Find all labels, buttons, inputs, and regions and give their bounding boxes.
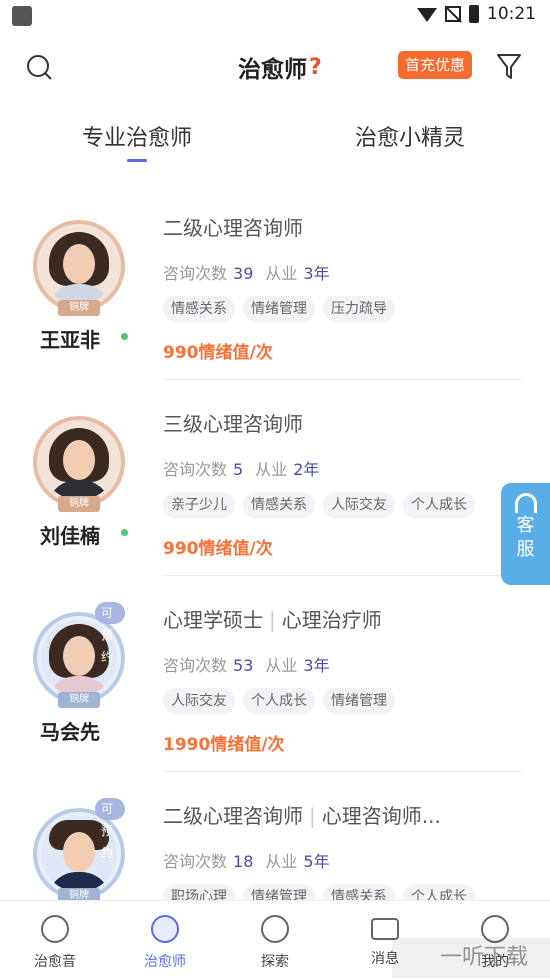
watermark: 一听下载 (392, 938, 550, 978)
divider (163, 379, 523, 380)
help-icon[interactable]: ? (309, 55, 322, 80)
counselor-card[interactable]: 铜牌 可预约 马会先 心理学硕士 | 心理治疗师 咨询次数 53 从业 3年 人际交友 个… (0, 588, 550, 784)
session-price: 990情绪值/次 (163, 539, 273, 559)
online-indicator (121, 529, 128, 536)
available-badge: 可预约 (95, 798, 125, 860)
counselor-title: 二级心理咨询师 (163, 216, 303, 240)
avatar: 铜牌 (33, 416, 125, 512)
online-indicator (121, 333, 128, 340)
counselor-name: 王亚非 (40, 328, 100, 352)
counselor-icon (151, 915, 179, 943)
specialty-tag: 人际交友 (323, 492, 395, 518)
avatar: 铜牌 可预约 (33, 798, 125, 904)
specialty-tag: 人际交友 (163, 688, 235, 714)
tab-healing-sprites[interactable]: 治愈小精灵 (355, 120, 465, 152)
search-icon[interactable] (24, 52, 54, 82)
counselor-title: 二级心理咨询师 | 心理咨询师... (163, 804, 441, 828)
nav-healing-sounds[interactable]: 治愈音 (15, 915, 95, 971)
tier-badge: 铜牌 (58, 692, 100, 708)
nav-counselors[interactable]: 治愈师 (125, 915, 205, 971)
status-bar: 10:21 (0, 0, 550, 32)
headset-icon (514, 493, 537, 513)
notification-icon (12, 6, 32, 26)
tier-badge: 铜牌 (58, 496, 100, 512)
counselor-card[interactable]: 铜牌 刘佳楠 三级心理咨询师 咨询次数 5 从业 2年 亲子少儿 情感关系 人际交友 … (0, 392, 550, 588)
app-header: 治愈师 ? 首充优惠 (0, 40, 550, 92)
counselor-title: 心理学硕士 | 心理治疗师 (163, 608, 382, 632)
compass-icon (261, 915, 289, 943)
counselor-stats: 咨询次数 18 从业 5年 (163, 852, 330, 871)
tier-badge: 铜牌 (58, 300, 100, 316)
status-time: 10:21 (487, 4, 536, 24)
music-disc-icon (41, 915, 69, 943)
specialty-tags: 情感关系 情绪管理 压力疏导 (163, 296, 395, 322)
counselor-stats: 咨询次数 5 从业 2年 (163, 460, 320, 479)
counselor-card[interactable]: 铜牌 王亚非 二级心理咨询师 咨询次数 39 从业 3年 情感关系 情绪管理 压力疏导… (0, 196, 550, 392)
session-price: 1990情绪值/次 (163, 735, 285, 755)
page-title: 治愈师 (238, 57, 307, 83)
specialty-tag: 情绪管理 (323, 688, 395, 714)
mail-icon (371, 918, 399, 940)
counselor-title: 三级心理咨询师 (163, 412, 303, 436)
available-badge: 可预约 (95, 602, 125, 664)
specialty-tag: 亲子少儿 (163, 492, 235, 518)
specialty-tag: 个人成长 (243, 688, 315, 714)
specialty-tags: 人际交友 个人成长 情绪管理 (163, 688, 395, 714)
specialty-tag: 情感关系 (163, 296, 235, 322)
specialty-tag: 情感关系 (243, 492, 315, 518)
first-recharge-promo-button[interactable]: 首充优惠 (398, 51, 473, 79)
category-tabs: 专业治愈师 治愈小精灵 (0, 110, 550, 168)
avatar: 铜牌 可预约 (33, 602, 125, 708)
no-signal-icon (445, 6, 461, 22)
counselor-name: 马会先 (40, 720, 100, 744)
wifi-icon (417, 8, 437, 22)
tab-professional-counselors[interactable]: 专业治愈师 (82, 120, 192, 152)
specialty-tag: 个人成长 (403, 492, 475, 518)
divider (163, 575, 523, 576)
specialty-tag: 压力疏导 (323, 296, 395, 322)
specialty-tag: 情绪管理 (243, 296, 315, 322)
counselor-stats: 咨询次数 39 从业 3年 (163, 264, 330, 283)
specialty-tags: 亲子少儿 情感关系 人际交友 个人成长 (163, 492, 475, 518)
counselor-stats: 咨询次数 53 从业 3年 (163, 656, 330, 675)
avatar: 铜牌 (33, 220, 125, 316)
nav-explore[interactable]: 探索 (235, 915, 315, 971)
counselor-card[interactable]: 铜牌 可预约 二级心理咨询师 | 心理咨询师... 咨询次数 18 从业 5年 职场心理 … (0, 784, 550, 904)
battery-icon (469, 5, 479, 23)
counselor-name: 刘佳楠 (40, 524, 100, 548)
filter-icon[interactable] (496, 51, 522, 81)
session-price: 990情绪值/次 (163, 343, 273, 363)
active-tab-indicator (127, 159, 147, 162)
customer-service-button[interactable]: 客 服 (501, 483, 550, 585)
divider (163, 771, 523, 772)
